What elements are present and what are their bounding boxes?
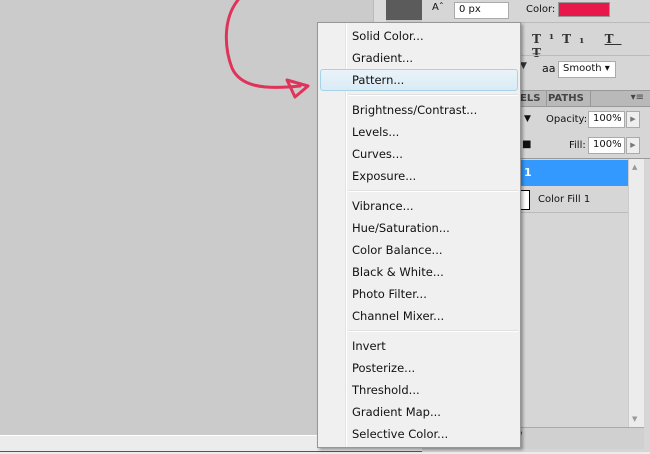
tab-paths[interactable]: PATHS [542, 91, 591, 107]
menu-item-threshold[interactable]: Threshold... [320, 379, 518, 401]
menu-item-gradient-map[interactable]: Gradient Map... [320, 401, 518, 423]
antialias-icon: aa [542, 62, 556, 75]
menu-item-exposure[interactable]: Exposure... [320, 165, 518, 187]
menu-item-photo-filter[interactable]: Photo Filter... [320, 283, 518, 305]
blend-mode-dropdown[interactable]: ▼ [524, 114, 531, 124]
menu-item-hue-saturation[interactable]: Hue/Saturation... [320, 217, 518, 239]
menu-item-invert[interactable]: Invert [320, 335, 518, 357]
opacity-input[interactable]: 100% [588, 111, 625, 128]
menu-item-selective-color[interactable]: Selective Color... [320, 423, 518, 445]
layer-mask-thumbnail [520, 190, 530, 210]
adjustment-layer-menu: Solid Color... Gradient... Pattern... Br… [317, 22, 521, 448]
layers-scrollbar[interactable]: ▲ ▼ [628, 159, 644, 427]
color-label: Color: [526, 4, 556, 15]
menu-item-channel-mixer[interactable]: Channel Mixer... [320, 305, 518, 327]
menu-item-posterize[interactable]: Posterize... [320, 357, 518, 379]
menu-item-gradient[interactable]: Gradient... [320, 47, 518, 69]
panel-menu-icon[interactable]: ▾≡ [631, 92, 644, 103]
baseline-shift-input[interactable]: 0 px [454, 2, 509, 19]
opacity-slider-button[interactable]: ▶ [626, 111, 640, 128]
menu-item-black-white[interactable]: Black & White... [320, 261, 518, 283]
antialias-select[interactable]: Smooth ▾ [558, 61, 616, 78]
menu-item-solid-color[interactable]: Solid Color... [320, 25, 518, 47]
menu-item-curves[interactable]: Curves... [320, 143, 518, 165]
menu-item-pattern[interactable]: Pattern... [320, 69, 518, 91]
lock-icon[interactable]: ■ [522, 139, 531, 150]
fill-slider-button[interactable]: ▶ [626, 137, 640, 154]
fill-input[interactable]: 100% [588, 137, 625, 154]
baseline-shift-icon: Aˆ [432, 2, 444, 13]
menu-item-vibrance[interactable]: Vibrance... [320, 195, 518, 217]
text-color-swatch[interactable] [558, 2, 610, 17]
menu-item-color-balance[interactable]: Color Balance... [320, 239, 518, 261]
opacity-label: Opacity: [546, 114, 588, 125]
menu-item-levels[interactable]: Levels... [320, 121, 518, 143]
menu-item-brightness-contrast[interactable]: Brightness/Contrast... [320, 99, 518, 121]
panel-dock-collapsed [386, 0, 422, 20]
fill-label: Fill: [569, 140, 586, 151]
